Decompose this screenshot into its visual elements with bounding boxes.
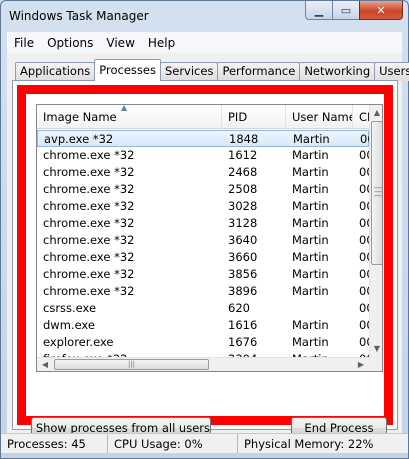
highlight-frame: Image Name ▲ PID User Name CPU avp.exe *…: [17, 85, 393, 425]
close-button[interactable]: ✕: [359, 1, 403, 20]
tab-strip: Applications Processes Services Performa…: [15, 59, 409, 81]
pid-cell: 3640: [228, 233, 258, 247]
table-row[interactable]: avp.exe *321848Martin00: [37, 130, 372, 147]
menu-bar: File Options View Help: [7, 32, 402, 53]
process-list[interactable]: Image Name ▲ PID User Name CPU avp.exe *…: [36, 104, 383, 372]
table-row[interactable]: chrome.exe *323128Martin00: [37, 215, 371, 232]
processes-panel: Image Name ▲ PID User Name CPU avp.exe *…: [12, 80, 398, 439]
scroll-left-icon[interactable]: ◀: [37, 358, 53, 371]
pid-cell: 3856: [228, 267, 258, 281]
process-name-cell: csrss.exe: [43, 301, 97, 315]
pid-cell: 1616: [228, 318, 258, 332]
tab-services[interactable]: Services: [159, 62, 219, 81]
user-name-cell: Martin: [292, 267, 329, 281]
process-name-cell: chrome.exe *32: [43, 199, 135, 213]
sort-ascending-icon: ▲: [121, 105, 128, 112]
tab-networking[interactable]: Networking: [299, 62, 376, 81]
pid-cell: 1676: [228, 335, 258, 349]
tab-users[interactable]: Users: [374, 62, 409, 81]
menu-options[interactable]: Options: [40, 36, 99, 50]
user-name-cell: Martin: [292, 335, 329, 349]
pid-cell: 620: [228, 301, 250, 315]
pid-cell: 2468: [228, 165, 258, 179]
process-name-cell: explorer.exe: [43, 335, 114, 349]
process-name-cell: avp.exe *32: [44, 132, 114, 146]
minimize-icon: ▁: [314, 3, 324, 17]
user-name-cell: Martin: [292, 318, 329, 332]
horizontal-scrollbar[interactable]: ◀ ||| ▶: [37, 357, 369, 371]
user-name-cell: Martin: [292, 250, 329, 264]
menu-view[interactable]: View: [99, 36, 140, 50]
process-name-cell: chrome.exe *32: [43, 267, 135, 281]
user-name-cell: Martin: [292, 165, 329, 179]
pid-cell: 3128: [228, 216, 258, 230]
process-name-cell: chrome.exe *32: [43, 216, 135, 230]
scroll-down-icon[interactable]: ▼: [370, 341, 382, 357]
close-icon: ✕: [376, 3, 386, 17]
table-row[interactable]: chrome.exe *321612Martin00: [37, 147, 371, 164]
window-title: Windows Task Manager: [9, 9, 149, 23]
user-name-cell: Martin: [292, 148, 329, 162]
status-physical-memory: Physical Memory: 22%: [244, 437, 374, 451]
status-processes: Processes: 45: [1, 434, 108, 453]
grip-icon: ― ― ―: [374, 183, 382, 200]
table-row[interactable]: dwm.exe1616Martin00: [37, 317, 371, 334]
list-header: Image Name ▲ PID User Name CPU: [37, 105, 373, 129]
column-header-user-name[interactable]: User Name: [286, 105, 353, 129]
tab-performance[interactable]: Performance: [217, 62, 301, 81]
task-manager-window: Windows Task Manager ▁ ▭ ✕ File Options …: [0, 0, 409, 459]
caption-buttons: ▁ ▭ ✕: [305, 1, 403, 20]
user-name-cell: Martin: [292, 216, 329, 230]
vertical-scrollbar[interactable]: ▲ ― ― ― ▼: [369, 105, 382, 357]
table-row[interactable]: chrome.exe *323028Martin00: [37, 198, 371, 215]
tab-processes[interactable]: Processes: [94, 59, 161, 81]
tab-applications[interactable]: Applications: [15, 62, 96, 81]
horizontal-scroll-thumb[interactable]: |||: [54, 359, 209, 370]
pid-cell: 3660: [228, 250, 258, 264]
status-bar: Processes: 45 CPU Usage: 0% Physical Mem…: [1, 433, 408, 453]
column-header-image-name[interactable]: Image Name ▲: [37, 105, 222, 129]
column-header-label: Image Name: [43, 110, 117, 124]
scroll-right-icon[interactable]: ▶: [353, 358, 369, 371]
maximize-icon: ▭: [340, 3, 352, 17]
table-row[interactable]: chrome.exe *323660Martin00: [37, 249, 371, 266]
process-name-cell: dwm.exe: [43, 318, 95, 332]
table-row[interactable]: chrome.exe *323896Martin00: [37, 283, 371, 300]
scroll-corner: [369, 357, 382, 371]
table-row[interactable]: chrome.exe *322508Martin00: [37, 181, 371, 198]
table-row[interactable]: chrome.exe *323640Martin00: [37, 232, 371, 249]
menu-help[interactable]: Help: [141, 36, 181, 50]
process-name-cell: chrome.exe *32: [43, 233, 135, 247]
pid-cell: 1612: [228, 148, 258, 162]
pid-cell: 3896: [228, 284, 258, 298]
table-row[interactable]: csrss.exe62000: [37, 300, 371, 317]
maximize-button[interactable]: ▭: [332, 1, 359, 20]
table-row[interactable]: chrome.exe *322468Martin00: [37, 164, 371, 181]
pid-cell: 2508: [228, 182, 258, 196]
pid-cell: 3028: [228, 199, 258, 213]
minimize-button[interactable]: ▁: [305, 1, 332, 20]
scroll-up-icon[interactable]: ▲: [370, 105, 382, 121]
table-row[interactable]: explorer.exe1676Martin00: [37, 334, 371, 351]
process-name-cell: chrome.exe *32: [43, 182, 135, 196]
user-name-cell: Martin: [293, 132, 330, 146]
user-name-cell: Martin: [292, 199, 329, 213]
vertical-scroll-thumb[interactable]: ― ― ―: [371, 121, 382, 265]
process-name-cell: chrome.exe *32: [43, 148, 135, 162]
process-name-cell: chrome.exe *32: [43, 250, 135, 264]
client-area: Applications Processes Services Performa…: [7, 53, 409, 439]
user-name-cell: Martin: [292, 284, 329, 298]
pid-cell: 1848: [229, 132, 259, 146]
process-name-cell: chrome.exe *32: [43, 165, 135, 179]
table-row[interactable]: chrome.exe *323856Martin00: [37, 266, 371, 283]
user-name-cell: Martin: [292, 182, 329, 196]
status-cpu-usage: CPU Usage: 0%: [108, 434, 238, 453]
process-name-cell: chrome.exe *32: [43, 284, 135, 298]
title-bar[interactable]: Windows Task Manager ▁ ▭ ✕: [1, 1, 408, 31]
user-name-cell: Martin: [292, 233, 329, 247]
menu-file[interactable]: File: [7, 36, 40, 50]
column-header-pid[interactable]: PID: [222, 105, 286, 129]
process-rows: avp.exe *321848Martin00chrome.exe *32161…: [37, 130, 372, 368]
